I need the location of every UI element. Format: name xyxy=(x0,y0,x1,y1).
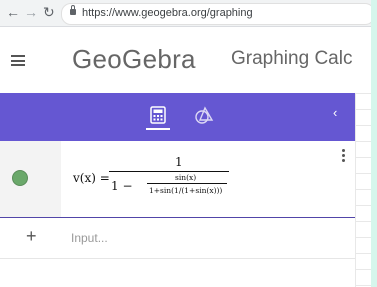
logo-text: GeoGebra xyxy=(72,44,196,74)
graphics-view[interactable] xyxy=(355,93,371,287)
hamburger-menu-icon[interactable] xyxy=(11,55,25,66)
vertical-dots-icon[interactable] xyxy=(342,149,345,162)
visibility-toggle[interactable] xyxy=(12,170,28,186)
back-arrow-icon[interactable]: ← xyxy=(6,3,20,21)
lock-icon xyxy=(70,5,76,15)
geogebra-logo[interactable]: GeoGebra xyxy=(72,44,196,75)
forward-arrow-icon[interactable]: → xyxy=(24,3,38,21)
formula-inner-numerator: sin(x) xyxy=(175,173,197,182)
formula-numerator: 1 xyxy=(175,155,183,169)
algebra-toolbar: ‹ xyxy=(0,93,355,141)
fraction-bar xyxy=(109,171,229,172)
browser-toolbar: ← → ↻ https://www.geogebra.org/graphing xyxy=(0,0,371,27)
algebra-input[interactable] xyxy=(61,218,361,258)
input-row: + xyxy=(0,218,361,259)
reload-icon[interactable]: ↻ xyxy=(43,3,55,21)
formula-lhs: v(x) = xyxy=(73,171,110,185)
app-title: Graphing Calc xyxy=(231,48,353,69)
browser-page: ← → ↻ https://www.geogebra.org/graphing … xyxy=(0,0,371,287)
chevron-left-icon[interactable]: ‹ xyxy=(333,105,337,120)
formula-inner-denominator: 1+sin(1/(1+sin(x))) xyxy=(149,186,223,195)
active-tab-indicator xyxy=(146,128,170,130)
address-bar[interactable]: https://www.geogebra.org/graphing xyxy=(61,3,371,25)
calculator-icon[interactable] xyxy=(150,106,166,124)
app-header: GeoGebra Graphing Calc xyxy=(0,27,371,93)
url-text[interactable]: https://www.geogebra.org/graphing xyxy=(82,7,253,19)
geometry-tools-icon[interactable] xyxy=(194,105,214,125)
inner-fraction-bar xyxy=(147,183,227,184)
algebra-row[interactable]: v(x) = 1 1 − sin(x) 1+sin(1/(1+sin(x))) xyxy=(0,141,355,218)
formula-denominator-prefix: 1 − xyxy=(111,179,133,193)
algebra-view: v(x) = 1 1 − sin(x) 1+sin(1/(1+sin(x))) … xyxy=(0,141,361,287)
plus-icon[interactable]: + xyxy=(26,227,37,245)
marble-column xyxy=(0,141,61,217)
